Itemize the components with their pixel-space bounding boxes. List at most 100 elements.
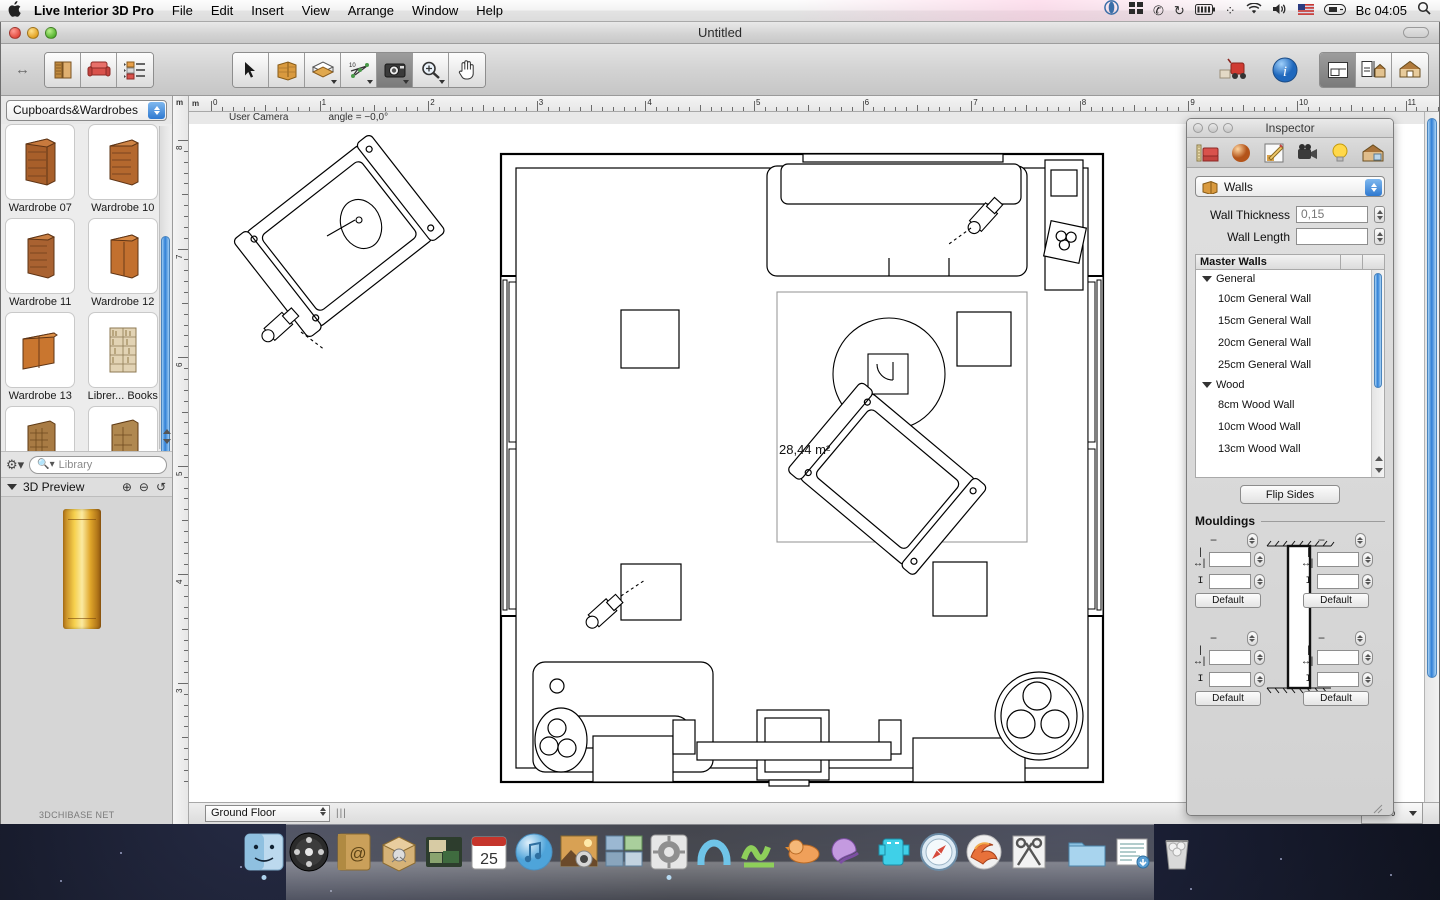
library-item[interactable]: Wardrobe 07 [5, 124, 76, 215]
dimension-tool[interactable]: 10 [341, 53, 377, 87]
firefox-icon[interactable] [963, 831, 1005, 873]
wardrobe-open-shelf-icon[interactable] [88, 124, 158, 200]
moulding-default-button[interactable]: Default [1195, 593, 1261, 608]
chevron-updown-icon[interactable] [320, 807, 326, 816]
library-item[interactable]: Wardrobe 13 [5, 312, 76, 403]
library-item[interactable]: Wardrobe 11 [5, 218, 76, 309]
zoom-tool[interactable] [413, 53, 449, 87]
tab-object[interactable] [1194, 141, 1221, 165]
moulding-width-input[interactable] [1209, 650, 1251, 665]
menu-item-edit[interactable]: Edit [202, 0, 242, 22]
wall-item[interactable]: 25cm General Wall [1196, 354, 1384, 376]
wifi-menu-icon[interactable] [1246, 0, 1262, 22]
battery-menu-icon[interactable] [1195, 0, 1215, 22]
sync-menu-icon[interactable]: ↻ [1174, 0, 1185, 22]
eject-menu-icon[interactable] [1324, 0, 1346, 22]
moulding-height-stepper[interactable] [1254, 574, 1265, 589]
bookcase-grid-icon[interactable] [5, 406, 75, 451]
library-item[interactable]: Librer...arigi 2 [88, 406, 159, 451]
dashboard-icon[interactable] [288, 831, 330, 873]
canvas-scroll-thumb[interactable] [1427, 118, 1437, 678]
camera-tool[interactable] [377, 53, 413, 87]
moulding-select-stepper[interactable] [1247, 631, 1258, 646]
tab-edit[interactable] [1260, 141, 1287, 165]
chevron-down-icon[interactable] [1409, 811, 1417, 816]
finder-icon[interactable] [243, 831, 285, 873]
objects-button[interactable] [81, 53, 117, 87]
floor-selector[interactable]: Ground Floor [205, 805, 330, 822]
www-icon[interactable] [738, 831, 780, 873]
zoom-out-icon[interactable]: ⊖ [139, 480, 149, 494]
list-button[interactable] [117, 53, 153, 87]
scroll-down-icon[interactable] [1375, 468, 1383, 473]
moulding-select-stepper[interactable] [1247, 533, 1258, 548]
canvas-vertical-scrollbar[interactable] [1424, 112, 1439, 802]
documents-folder-icon[interactable] [1066, 831, 1108, 873]
library-scrollbar[interactable] [159, 126, 171, 449]
bookcase-tall-icon[interactable] [88, 406, 158, 451]
wall-item[interactable]: 15cm General Wall [1196, 310, 1384, 332]
wall-thickness-stepper[interactable] [1374, 206, 1385, 223]
system-prefs-icon[interactable] [648, 831, 690, 873]
resize-handle-icon[interactable]: ↔ [11, 61, 34, 78]
wall-item[interactable]: 13cm Wood Wall [1196, 438, 1384, 460]
moulding-width-stepper[interactable] [1254, 650, 1265, 665]
plan-view-button[interactable] [1320, 53, 1356, 87]
3d-view-button[interactable] [1392, 53, 1428, 87]
wall-item[interactable]: 8cm Wood Wall [1196, 394, 1384, 416]
wardrobe-tall-shelf-icon[interactable] [5, 124, 75, 200]
toolbar-toggle-pill[interactable] [1403, 27, 1429, 38]
split-view-button[interactable] [1356, 53, 1392, 87]
ical-icon[interactable]: 25 [468, 831, 510, 873]
moulding-minus-label[interactable]: − [1318, 533, 1325, 547]
moulding-select-stepper[interactable] [1355, 631, 1366, 646]
volume-menu-icon[interactable] [1272, 0, 1288, 22]
opera-menu-icon[interactable] [1104, 0, 1119, 22]
disclosure-triangle-icon[interactable] [1202, 276, 1212, 282]
moulding-height-input[interactable] [1317, 574, 1359, 589]
menu-item-view[interactable]: View [293, 0, 339, 22]
wardrobe-orange-door-icon[interactable] [5, 312, 75, 388]
flip-sides-button[interactable]: Flip Sides [1240, 485, 1340, 504]
moulding-width-input[interactable] [1317, 552, 1359, 567]
wall-length-stepper[interactable] [1374, 228, 1385, 245]
wall-item[interactable]: 10cm Wood Wall [1196, 416, 1384, 438]
moulding-height-stepper[interactable] [1254, 672, 1265, 687]
moulding-height-input[interactable] [1209, 574, 1251, 589]
moulding-default-button[interactable]: Default [1303, 593, 1369, 608]
master-walls-list[interactable]: General 10cm General Wall 15cm General W… [1195, 270, 1385, 478]
moulding-minus-label[interactable]: − [1210, 533, 1217, 547]
bluetooth-menu-icon[interactable]: ⁘ [1225, 0, 1236, 22]
wall-group-wood[interactable]: Wood [1196, 376, 1384, 394]
menubar-clock[interactable]: Bc 04:05 [1356, 3, 1407, 18]
library-item[interactable]: Librer... Books [88, 312, 159, 403]
render-button[interactable] [1215, 50, 1255, 90]
wall-length-input[interactable] [1296, 228, 1368, 245]
library-item[interactable]: Libreria Parigi [5, 406, 76, 451]
moulding-minus-label[interactable]: − [1318, 631, 1325, 645]
tab-material[interactable] [1227, 141, 1254, 165]
address-book-icon[interactable]: @ [333, 831, 375, 873]
disclosure-triangle-icon[interactable] [1202, 382, 1212, 388]
wall-thickness-input[interactable]: 0,15 [1296, 206, 1368, 223]
wall-group-general[interactable]: General [1196, 270, 1384, 288]
moulding-width-input[interactable] [1317, 650, 1359, 665]
rotate-icon[interactable]: ↺ [156, 480, 166, 494]
spotlight-search-icon[interactable] [1417, 0, 1431, 22]
downloads-stack-icon[interactable] [1111, 831, 1153, 873]
transmit-icon[interactable] [693, 831, 735, 873]
pane-resize-grip[interactable]: ||| [336, 808, 347, 819]
pan-tool[interactable] [449, 53, 485, 87]
wall-list-scrollbar[interactable] [1371, 270, 1384, 477]
tab-site[interactable] [1359, 141, 1386, 165]
library-category-select[interactable]: Cupboards&Wardrobes [6, 100, 167, 121]
chevron-down-icon[interactable] [331, 80, 337, 84]
minimize-button[interactable] [27, 27, 39, 39]
snapshot-icon[interactable] [1008, 831, 1050, 873]
moulding-width-stepper[interactable] [1254, 552, 1265, 567]
zoom-button[interactable] [45, 27, 57, 39]
wall-item[interactable]: 10cm General Wall [1196, 288, 1384, 310]
moulding-width-input[interactable] [1209, 552, 1251, 567]
moulding-default-button[interactable]: Default [1303, 691, 1369, 706]
moulding-width-stepper[interactable] [1362, 552, 1373, 567]
